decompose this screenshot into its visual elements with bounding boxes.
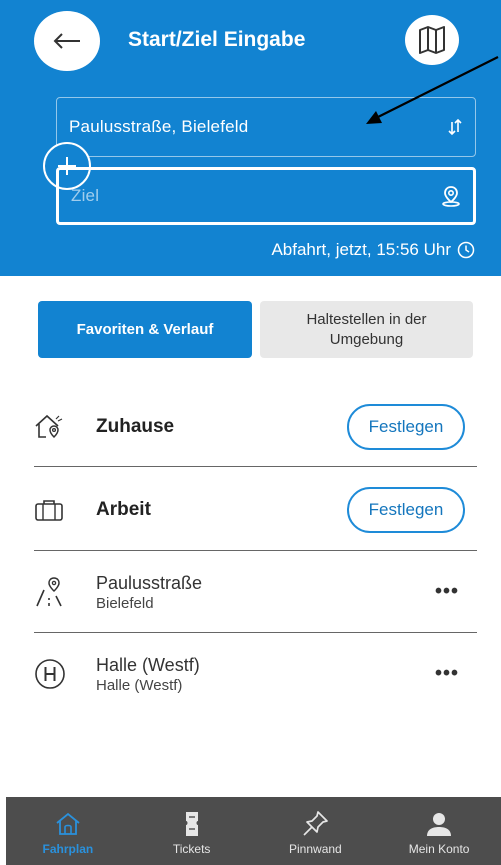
nav-label: Mein Konto bbox=[408, 842, 470, 856]
user-icon bbox=[426, 810, 452, 838]
list-item-work[interactable]: Arbeit Festlegen bbox=[34, 469, 477, 551]
departure-time[interactable]: Abfahrt, jetzt, 15:56 Uhr bbox=[271, 240, 475, 260]
set-home-button[interactable]: Festlegen bbox=[347, 404, 465, 450]
more-options-button[interactable]: ••• bbox=[435, 663, 459, 686]
recent-stop-city: Halle (Westf) bbox=[96, 676, 183, 694]
briefcase-icon bbox=[34, 498, 68, 522]
clock-icon bbox=[457, 241, 475, 259]
list-item-home[interactable]: Zuhause Festlegen bbox=[34, 388, 477, 466]
destination-placeholder: Ziel bbox=[71, 186, 100, 205]
road-location-icon bbox=[34, 576, 68, 608]
bottom-navigation: Fahrplan Tickets Pinnwand Mein Konto bbox=[6, 797, 501, 865]
nav-label: Pinnwand bbox=[289, 842, 342, 856]
list-item-recent-address[interactable]: Paulusstraße Bielefeld ••• bbox=[34, 552, 477, 632]
back-button[interactable] bbox=[34, 11, 100, 71]
home-location-icon bbox=[34, 413, 68, 441]
set-work-button[interactable]: Festlegen bbox=[347, 487, 465, 533]
recent-address-name: Paulusstraße bbox=[96, 572, 203, 593]
bus-stop-icon bbox=[34, 658, 68, 690]
tab-favorites[interactable]: Favoriten & Verlauf bbox=[38, 301, 252, 358]
divider bbox=[34, 466, 477, 467]
nav-label: Tickets bbox=[172, 842, 211, 856]
departure-text: Abfahrt, jetzt, 15:56 Uhr bbox=[271, 240, 451, 259]
start-value: Paulusstraße, Bielefeld bbox=[69, 117, 249, 136]
nav-mein-konto[interactable]: Mein Konto bbox=[377, 797, 501, 865]
nav-label: Fahrplan bbox=[42, 842, 94, 856]
recent-address-city: Bielefeld bbox=[96, 594, 154, 612]
arrow-left-icon bbox=[53, 33, 80, 49]
work-label: Arbeit bbox=[96, 499, 151, 520]
location-button[interactable] bbox=[441, 185, 461, 207]
home-icon bbox=[55, 810, 81, 838]
home-label: Zuhause bbox=[96, 416, 175, 437]
ticket-icon bbox=[184, 810, 200, 838]
pin-icon bbox=[301, 810, 329, 838]
recent-stop-name: Halle (Westf) bbox=[96, 654, 200, 675]
map-icon bbox=[419, 26, 445, 54]
divider bbox=[34, 550, 477, 551]
recent-address-text: Paulusstraße Bielefeld bbox=[96, 573, 202, 612]
list-item-recent-stop[interactable]: Halle (Westf) Halle (Westf) ••• bbox=[34, 634, 477, 714]
annotation-arrow bbox=[366, 56, 499, 124]
header: Start/Ziel Eingabe Paulusstraße, Bielefe… bbox=[0, 0, 501, 276]
nav-fahrplan[interactable]: Fahrplan bbox=[6, 797, 130, 865]
tab-nearby-stops[interactable]: Haltestellen in der Umgebung bbox=[260, 301, 473, 358]
divider bbox=[34, 632, 477, 633]
location-pin-icon bbox=[442, 186, 460, 207]
more-options-button[interactable]: ••• bbox=[435, 581, 459, 604]
recent-stop-text: Halle (Westf) Halle (Westf) bbox=[96, 655, 200, 694]
nav-tickets[interactable]: Tickets bbox=[130, 797, 254, 865]
destination-field[interactable]: Ziel bbox=[56, 167, 476, 225]
page-title: Start/Ziel Eingabe bbox=[128, 28, 306, 51]
nav-pinnwand[interactable]: Pinnwand bbox=[254, 797, 378, 865]
